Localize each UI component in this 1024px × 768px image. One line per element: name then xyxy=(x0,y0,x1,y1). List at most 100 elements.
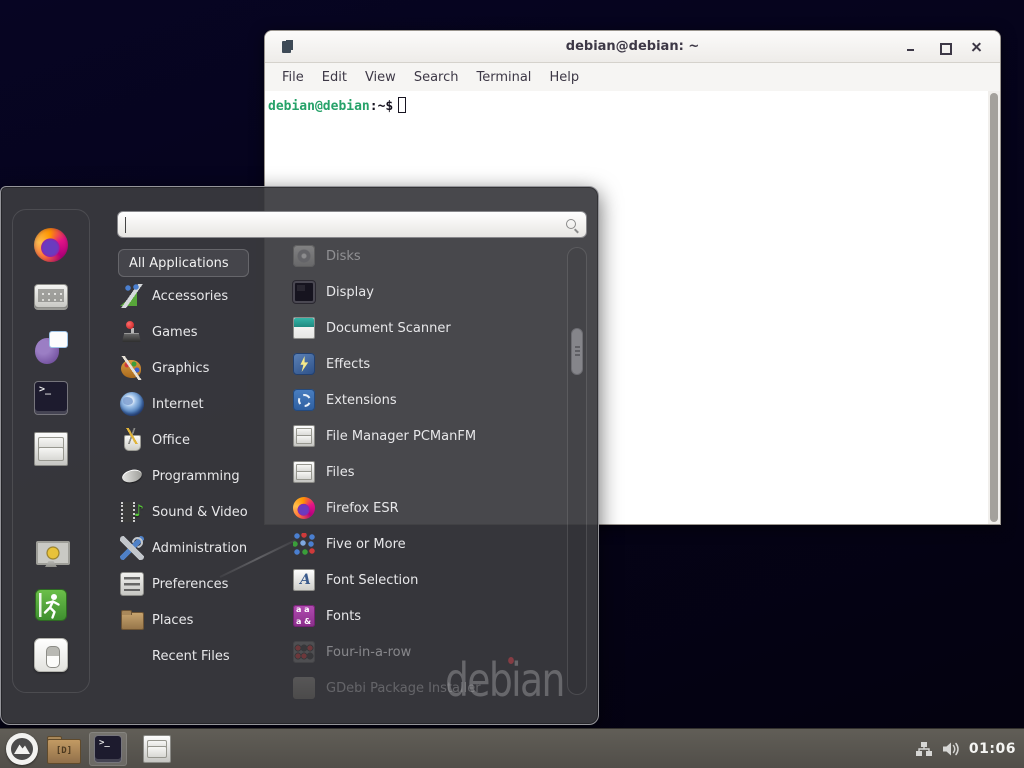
prompt-suffix: :~$ xyxy=(370,99,393,114)
terminal-title: debian@debian: ~ xyxy=(265,39,1000,54)
application-item[interactable]: File Manager PCManFM xyxy=(277,418,565,454)
shut-down-icon[interactable] xyxy=(34,638,68,672)
application-item[interactable]: Document Scanner xyxy=(277,310,565,346)
five-or-more-icon xyxy=(293,533,315,555)
category-item[interactable]: Internet xyxy=(118,386,268,422)
application-item[interactable]: Font Selection xyxy=(277,562,565,598)
file-manager-icon[interactable] xyxy=(34,432,68,466)
category-item[interactable]: Office xyxy=(118,422,268,458)
category-item[interactable]: Accessories xyxy=(118,278,268,314)
category-label: Recent Files xyxy=(152,649,230,664)
category-item[interactable]: Preferences xyxy=(118,566,268,602)
taskbar: 01:06 xyxy=(0,728,1024,768)
application-label: Extensions xyxy=(326,393,397,408)
application-item[interactable]: Fonts xyxy=(277,598,565,634)
category-list: AccessoriesGamesGraphicsInternetOfficePr… xyxy=(118,278,268,674)
favorites-list xyxy=(13,228,89,466)
menu-scrollbar[interactable] xyxy=(567,247,587,695)
firefox-icon[interactable] xyxy=(34,228,68,262)
terminal-menubar: FileEditViewSearchTerminalHelp xyxy=(265,63,1000,91)
office-icon xyxy=(120,428,144,452)
application-item[interactable]: Display xyxy=(277,274,565,310)
maximize-button[interactable] xyxy=(935,38,953,56)
display-icon xyxy=(293,281,315,303)
places-icon xyxy=(120,608,144,632)
search-icon xyxy=(565,218,579,232)
application-label: Document Scanner xyxy=(326,321,451,336)
category-item[interactable]: Programming xyxy=(118,458,268,494)
programming-icon xyxy=(120,464,144,488)
all-applications-button[interactable]: All Applications xyxy=(118,249,249,277)
application-label: Font Selection xyxy=(326,573,418,588)
clock[interactable]: 01:06 xyxy=(969,741,1016,757)
menubar-item[interactable]: Help xyxy=(540,67,588,88)
search-input[interactable] xyxy=(118,212,586,237)
application-list: DisksDisplay Document Scanner Effects Exten… xyxy=(277,238,565,706)
sound-video-icon xyxy=(120,500,144,524)
menubar-item[interactable]: Search xyxy=(405,67,468,88)
favorites-panel xyxy=(12,209,90,693)
category-label: Internet xyxy=(152,397,204,412)
watermark-i-dot xyxy=(508,657,514,664)
terminal-scrollbar-thumb[interactable] xyxy=(990,93,998,522)
close-button[interactable] xyxy=(968,38,986,56)
terminal-titlebar[interactable]: debian@debian: ~ xyxy=(265,31,1000,63)
search-box xyxy=(117,211,587,238)
minimize-button[interactable] xyxy=(902,38,920,56)
category-item[interactable]: Administration xyxy=(118,530,268,566)
terminal-cursor xyxy=(398,97,406,113)
effects-icon xyxy=(293,353,315,375)
internet-icon xyxy=(120,392,144,416)
window-controls xyxy=(902,31,986,63)
font-selection-icon xyxy=(293,569,315,591)
terminal-scrollbar[interactable] xyxy=(988,91,1000,524)
application-item[interactable]: Extensions xyxy=(277,382,565,418)
accessories-icon xyxy=(120,284,144,308)
menubar-item[interactable]: Terminal xyxy=(467,67,540,88)
menu-button[interactable] xyxy=(6,733,38,765)
file-manager-launcher[interactable] xyxy=(47,736,79,762)
pidgin-icon[interactable] xyxy=(34,330,68,364)
application-item[interactable]: Firefox ESR xyxy=(277,490,565,526)
application-menu: All Applications AccessoriesGamesGraphic… xyxy=(0,186,599,725)
category-item[interactable]: Graphics xyxy=(118,350,268,386)
terminal-prompt: debian@debian:~$ xyxy=(265,91,1000,114)
extensions-icon xyxy=(293,389,315,411)
system-tray: 01:06 xyxy=(915,741,1024,757)
lock-screen-icon[interactable] xyxy=(34,538,68,572)
document-scanner-icon xyxy=(293,317,315,339)
four-in-a-row-icon xyxy=(293,641,315,663)
network-icon[interactable] xyxy=(915,741,933,757)
application-label: Five or More xyxy=(326,537,406,552)
menubar-item[interactable]: Edit xyxy=(313,67,356,88)
terminal-icon[interactable] xyxy=(34,381,68,415)
file-manager-icon xyxy=(143,735,171,763)
application-item[interactable]: Five or More xyxy=(277,526,565,562)
volume-icon[interactable] xyxy=(942,741,960,757)
log-out-icon[interactable] xyxy=(34,588,68,622)
category-item[interactable]: Games xyxy=(118,314,268,350)
category-item[interactable]: Places xyxy=(118,602,268,638)
fonts-icon xyxy=(293,605,315,627)
category-item[interactable]: Recent Files xyxy=(118,638,268,674)
category-item[interactable]: Sound & Video xyxy=(118,494,268,530)
graphics-icon xyxy=(120,356,144,380)
application-label: File Manager PCManFM xyxy=(326,429,476,444)
category-label: Preferences xyxy=(152,577,228,592)
application-label: Effects xyxy=(326,357,370,372)
administration-icon xyxy=(120,536,144,560)
preferences-icon xyxy=(120,572,144,596)
menubar-item[interactable]: View xyxy=(356,67,405,88)
application-item[interactable]: Files xyxy=(277,454,565,490)
taskbar-window-button[interactable] xyxy=(138,732,176,766)
menu-scrollbar-thumb[interactable] xyxy=(571,328,583,375)
watermark-text: debian xyxy=(445,653,564,707)
application-item[interactable]: Disks xyxy=(277,238,565,274)
menubar-item[interactable]: File xyxy=(273,67,313,88)
games-icon xyxy=(120,320,144,344)
taskbar-window-button[interactable] xyxy=(89,732,127,766)
files-icon xyxy=(293,461,315,483)
application-item[interactable]: Effects xyxy=(277,346,565,382)
application-label: Files xyxy=(326,465,355,480)
keyboard-icon[interactable] xyxy=(34,284,68,308)
